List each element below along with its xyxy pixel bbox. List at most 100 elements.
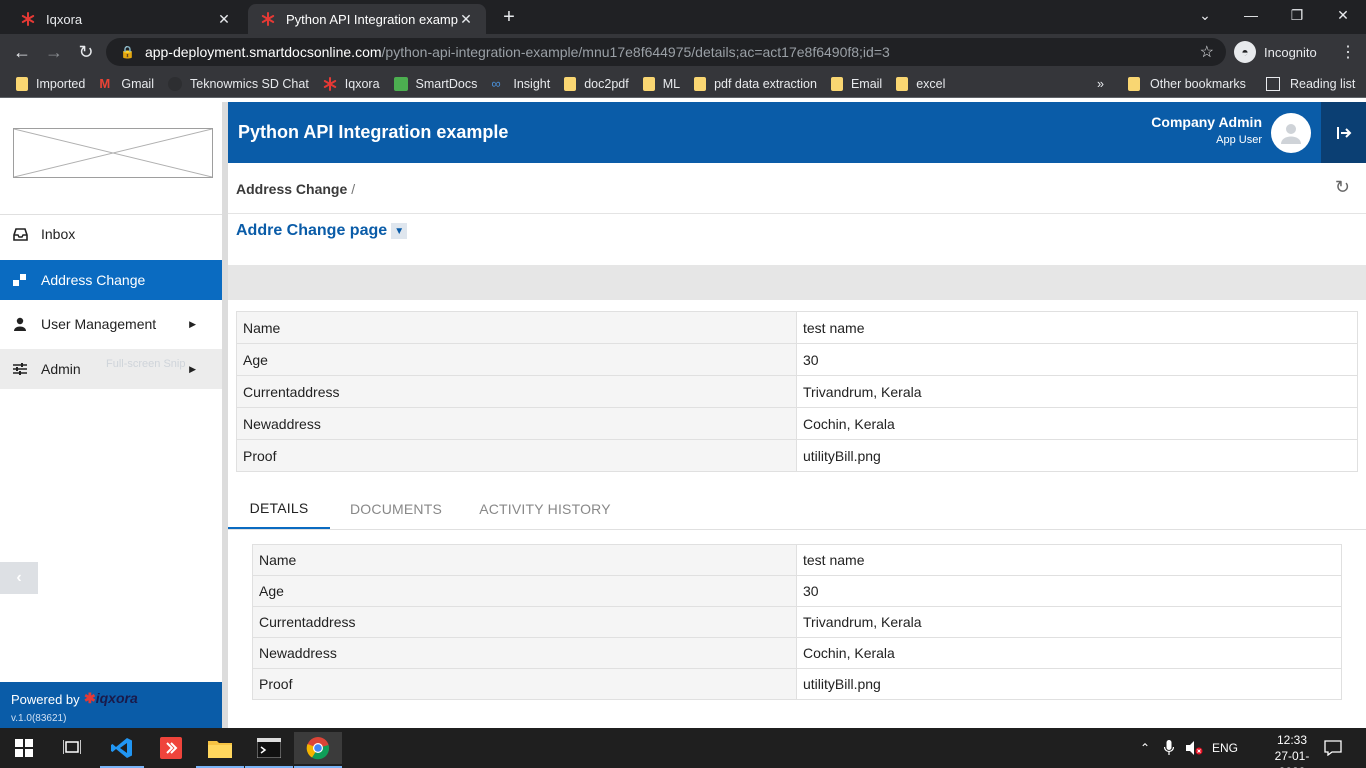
powered-by-footer: Powered by ✱iqxora v.1.0(83621): [0, 682, 222, 728]
browser-toolbar: ← → ↻ 🔒 app-deployment.smartdocsonline.c…: [0, 34, 1366, 70]
browser-tab-iqxora[interactable]: Iqxora ✕: [8, 4, 244, 34]
iqxora-star-icon: ✱: [84, 690, 96, 706]
volume-muted-icon[interactable]: [1186, 728, 1204, 768]
browser-menu-icon[interactable]: ⋮: [1340, 42, 1356, 62]
field-value: Trivandrum, Kerala: [796, 375, 1358, 408]
language-indicator[interactable]: ENG: [1212, 728, 1238, 768]
incognito-label: Incognito: [1264, 44, 1317, 60]
reading-list[interactable]: Reading list: [1266, 70, 1355, 98]
bookmarks-bar: Imported M Gmail Teknowmics SD Chat Iqxo…: [0, 70, 1366, 98]
tab-documents[interactable]: DOCUMENTS: [344, 488, 448, 529]
dropdown-caret-icon[interactable]: ▼: [391, 223, 408, 239]
close-tab-icon[interactable]: ✕: [458, 11, 474, 28]
logout-icon[interactable]: [1321, 102, 1366, 163]
logo-placeholder: [13, 128, 213, 178]
sidebar-item-label: User Management: [41, 316, 157, 332]
folder-icon: [830, 76, 843, 91]
windows-start-icon[interactable]: [0, 732, 48, 764]
browser-tab-strip: Iqxora ✕ Python API Integration example …: [0, 0, 1366, 34]
bookmark-gmail[interactable]: M Gmail: [99, 75, 154, 91]
other-bookmarks[interactable]: Other bookmarks: [1128, 70, 1246, 98]
bookmark-star-icon[interactable]: ☆: [1200, 42, 1214, 62]
bookmark-ml[interactable]: ML: [642, 76, 680, 91]
bookmark-label: doc2pdf: [584, 76, 629, 91]
tab-activity-history[interactable]: ACTIVITY HISTORY: [476, 488, 614, 529]
address-bar[interactable]: 🔒 app-deployment.smartdocsonline.com /py…: [106, 38, 1226, 66]
new-tab-plus-icon[interactable]: +: [498, 6, 520, 28]
close-tab-icon[interactable]: ✕: [216, 11, 232, 28]
bookmark-smartdocs[interactable]: SmartDocs: [393, 76, 477, 91]
field-value: 30: [796, 575, 1342, 607]
folder-icon: [16, 76, 28, 91]
file-explorer-icon[interactable]: [196, 732, 244, 764]
chat-icon: [168, 76, 182, 91]
field-label: Proof: [236, 439, 797, 472]
incognito-icon: ◓: [1234, 41, 1256, 63]
field-value: Cochin, Kerala: [796, 637, 1342, 669]
bookmark-insight[interactable]: ∞ Insight: [491, 76, 551, 91]
page-selector-label: Addre Change page: [236, 222, 388, 239]
terminal-icon[interactable]: [245, 732, 293, 764]
reload-icon[interactable]: ↻: [74, 40, 98, 64]
bookmark-teknowmics[interactable]: Teknowmics SD Chat: [168, 76, 309, 91]
minimize-icon[interactable]: —: [1228, 0, 1274, 30]
anydesk-icon[interactable]: [147, 732, 195, 764]
bookmark-label: Imported: [36, 76, 86, 91]
vscode-icon[interactable]: [98, 732, 146, 764]
field-value: Cochin, Kerala: [796, 407, 1358, 440]
table-row: Age 30: [252, 575, 1342, 607]
collapse-sidebar-chevron-icon[interactable]: ‹: [0, 562, 38, 594]
app-version: v.1.0(83621): [11, 713, 67, 724]
tab-details[interactable]: DETAILS: [228, 488, 330, 529]
bookmark-pdf-data-extraction[interactable]: pdf data extraction: [694, 76, 817, 91]
field-label: Proof: [252, 668, 797, 700]
browser-tab-label: Iqxora: [46, 11, 83, 27]
sidebar-item-inbox[interactable]: Inbox: [0, 214, 222, 254]
bookmark-excel[interactable]: excel: [896, 76, 945, 91]
clock-date: 27-01-2022: [1274, 749, 1310, 768]
tray-chevron-icon[interactable]: ⌃: [1140, 728, 1150, 768]
field-value: test name: [796, 544, 1342, 576]
breadcrumb-item[interactable]: Address Change: [236, 181, 347, 197]
forward-arrow-icon[interactable]: →: [42, 40, 66, 64]
detail-tabs: DETAILS DOCUMENTS ACTIVITY HISTORY: [228, 488, 1366, 530]
browser-tab-python-api[interactable]: Python API Integration example ✕: [248, 4, 486, 34]
clock-time: 12:33: [1276, 733, 1308, 747]
bookmark-label: Insight: [513, 76, 551, 91]
field-label: Currentaddress: [252, 606, 797, 638]
bookmark-imported[interactable]: Imported: [16, 76, 86, 91]
system-clock[interactable]: 12:33 27-01-2022: [1262, 732, 1322, 768]
microphone-icon[interactable]: [1164, 728, 1174, 768]
bookmark-iqxora[interactable]: Iqxora: [323, 76, 380, 91]
sidebar-item-label: Admin: [41, 361, 81, 377]
user-info[interactable]: Company Admin App User: [1151, 114, 1262, 146]
gmail-icon: M: [99, 75, 111, 91]
windows-taskbar: ⌃ ENG 12:33 27-01-2022: [0, 728, 1366, 768]
close-window-icon[interactable]: ✕: [1320, 0, 1366, 30]
page-selector[interactable]: Addre Change page ▼: [236, 222, 408, 240]
avatar[interactable]: [1271, 113, 1311, 153]
task-view-icon[interactable]: [48, 732, 96, 764]
field-label: Name: [252, 544, 797, 576]
refresh-icon[interactable]: ↻: [1335, 177, 1350, 198]
iqxora-favicon-icon: [260, 11, 276, 27]
incognito-indicator[interactable]: ◓ Incognito: [1234, 40, 1317, 64]
bookmark-email[interactable]: Email: [830, 76, 883, 91]
tab-search-chevron-icon[interactable]: ⌄: [1182, 0, 1228, 30]
sidebar-item-address-change[interactable]: Address Change: [0, 260, 222, 300]
submenu-arrow-icon: ▶: [189, 363, 196, 374]
restore-icon[interactable]: ❐: [1274, 0, 1320, 30]
bookmark-label: Email: [850, 76, 883, 91]
sidebar-item-user-management[interactable]: User Management ▶: [0, 304, 222, 344]
notifications-icon[interactable]: [1324, 728, 1342, 768]
back-arrow-icon[interactable]: ←: [10, 40, 34, 64]
summary-table: Name test name Age 30 Currentaddress Trivan…: [236, 311, 1358, 472]
folder-icon: [564, 76, 577, 91]
field-label: Newaddress: [236, 407, 797, 440]
bookmark-doc2pdf[interactable]: doc2pdf: [564, 76, 629, 91]
details-table: Name test name Age 30 Currentaddress Trivan…: [252, 544, 1342, 700]
bookmarks-overflow-icon[interactable]: »: [1097, 70, 1104, 98]
chrome-icon[interactable]: [294, 732, 342, 764]
iqxora-favicon-icon: [20, 11, 36, 27]
sliders-icon: [12, 361, 28, 377]
